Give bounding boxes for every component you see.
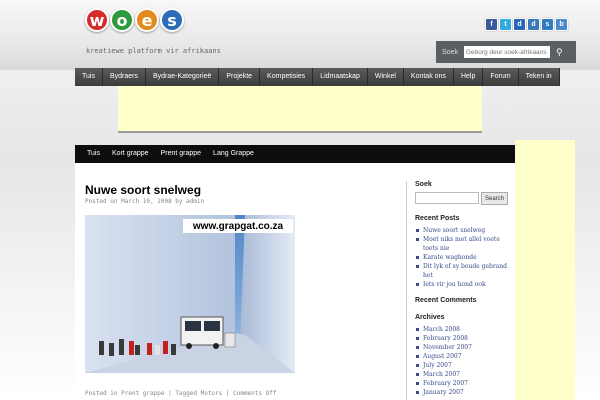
sub-nav-item[interactable]: Prent grappe — [155, 145, 207, 163]
sidebar-search-button[interactable]: Search — [481, 192, 509, 205]
recent-posts-heading: Recent Posts — [415, 215, 460, 222]
site-tagline: kreatiewe platform vir afrikaans — [86, 47, 221, 55]
archive-link[interactable]: February 2008 — [415, 334, 514, 343]
stumbleupon-icon[interactable]: s — [541, 18, 554, 31]
facebook-icon[interactable]: f — [485, 18, 498, 31]
main-nav-item[interactable]: Kontak ons — [403, 68, 454, 86]
sidebar-search: Search — [415, 192, 514, 205]
main-navigation: Tuis Bydraers Bydrae-Kategorieë Projekte Kom… — [75, 68, 560, 86]
sub-navigation: Tuis Kort grappe Prent grappe Lang Grappe — [75, 145, 515, 163]
logo-letter: e — [135, 8, 159, 32]
recent-post-link[interactable]: Iets vir jou hond ook — [415, 280, 514, 289]
archive-link[interactable]: February 2007 — [415, 379, 514, 388]
search-input[interactable] — [463, 46, 550, 58]
bookmark-icon[interactable]: b — [555, 18, 568, 31]
logo-letter: s — [160, 8, 184, 32]
social-icons: ftddsb — [485, 18, 568, 31]
recent-posts-list: Nuwe soort snelweg Moet niks met alleî vo… — [415, 226, 514, 289]
twitter-icon[interactable]: t — [499, 18, 512, 31]
delicious-icon[interactable]: d — [513, 18, 526, 31]
archive-link[interactable]: August 2007 — [415, 352, 514, 361]
recent-post-link[interactable]: Nuwe soort snelweg — [415, 226, 514, 235]
main-nav-item[interactable]: Help — [453, 68, 484, 86]
content-area: Nuwe soort snelweg Posted on March 10, 2… — [75, 163, 515, 400]
recent-comments-heading: Recent Comments — [415, 297, 477, 304]
main-nav-item[interactable]: Lidmaatskap — [313, 68, 368, 86]
right-column — [515, 140, 575, 400]
archive-link[interactable]: March 2007 — [415, 370, 514, 379]
post-meta: Posted on March 10, 2008 by admin — [85, 198, 205, 205]
archives-list: March 2008 February 2008 November 2007 Augu… — [415, 325, 514, 397]
recent-post-link[interactable]: Moet niks met alleî voete toets nie — [415, 235, 514, 253]
post-image[interactable]: www.grapgat.co.za — [85, 215, 295, 373]
archive-link[interactable]: March 2008 — [415, 325, 514, 334]
image-watermark: www.grapgat.co.za — [192, 221, 284, 232]
main-nav-item[interactable]: Winkel — [367, 68, 404, 86]
logo-letter: o — [110, 8, 134, 32]
site-logo[interactable]: woes — [85, 8, 184, 32]
sub-nav-item[interactable]: Lang Grappe — [207, 145, 260, 163]
main-nav-item[interactable]: Bydraers — [102, 68, 146, 86]
logo-letter: w — [85, 8, 109, 32]
archives-heading: Archives — [415, 314, 445, 321]
header-search: Soek ⚲ — [436, 41, 576, 63]
ad-banner — [118, 86, 482, 133]
main-nav-item[interactable]: Kompetisies — [260, 68, 314, 86]
archive-link[interactable]: July 2007 — [415, 361, 514, 370]
sub-nav-item[interactable]: Kort grappe — [106, 145, 155, 163]
post-title[interactable]: Nuwe soort snelweg — [85, 183, 201, 197]
site-header: woes kreatiewe platform vir afrikaans ft… — [0, 0, 600, 70]
archive-link[interactable]: January 2007 — [415, 388, 514, 397]
main-nav-item[interactable]: Bydrae-Kategorieë — [145, 68, 220, 86]
recent-post-link[interactable]: Karate waghonde — [415, 253, 514, 262]
main-nav-item[interactable]: Projekte — [219, 68, 261, 86]
post-footer: Posted in Prent grappe | Tagged Motors |… — [85, 390, 277, 397]
sidebar-search-input[interactable] — [415, 192, 479, 204]
sidebar: Soek Search Recent Posts Nuwe soort snel… — [406, 181, 514, 400]
search-icon[interactable]: ⚲ — [556, 47, 563, 58]
main-nav-item[interactable]: Forum — [483, 68, 519, 86]
sub-nav-item[interactable]: Tuis — [81, 145, 106, 163]
recent-post-link[interactable]: Dit lyk of sy boude gebrand het — [415, 262, 514, 280]
digg-icon[interactable]: d — [527, 18, 540, 31]
sidebar-search-heading: Soek — [415, 181, 432, 188]
search-label: Soek — [442, 48, 458, 56]
main-nav-item[interactable]: Teken in — [518, 68, 560, 86]
main-nav-item[interactable]: Tuis — [75, 68, 103, 86]
archive-link[interactable]: November 2007 — [415, 343, 514, 352]
